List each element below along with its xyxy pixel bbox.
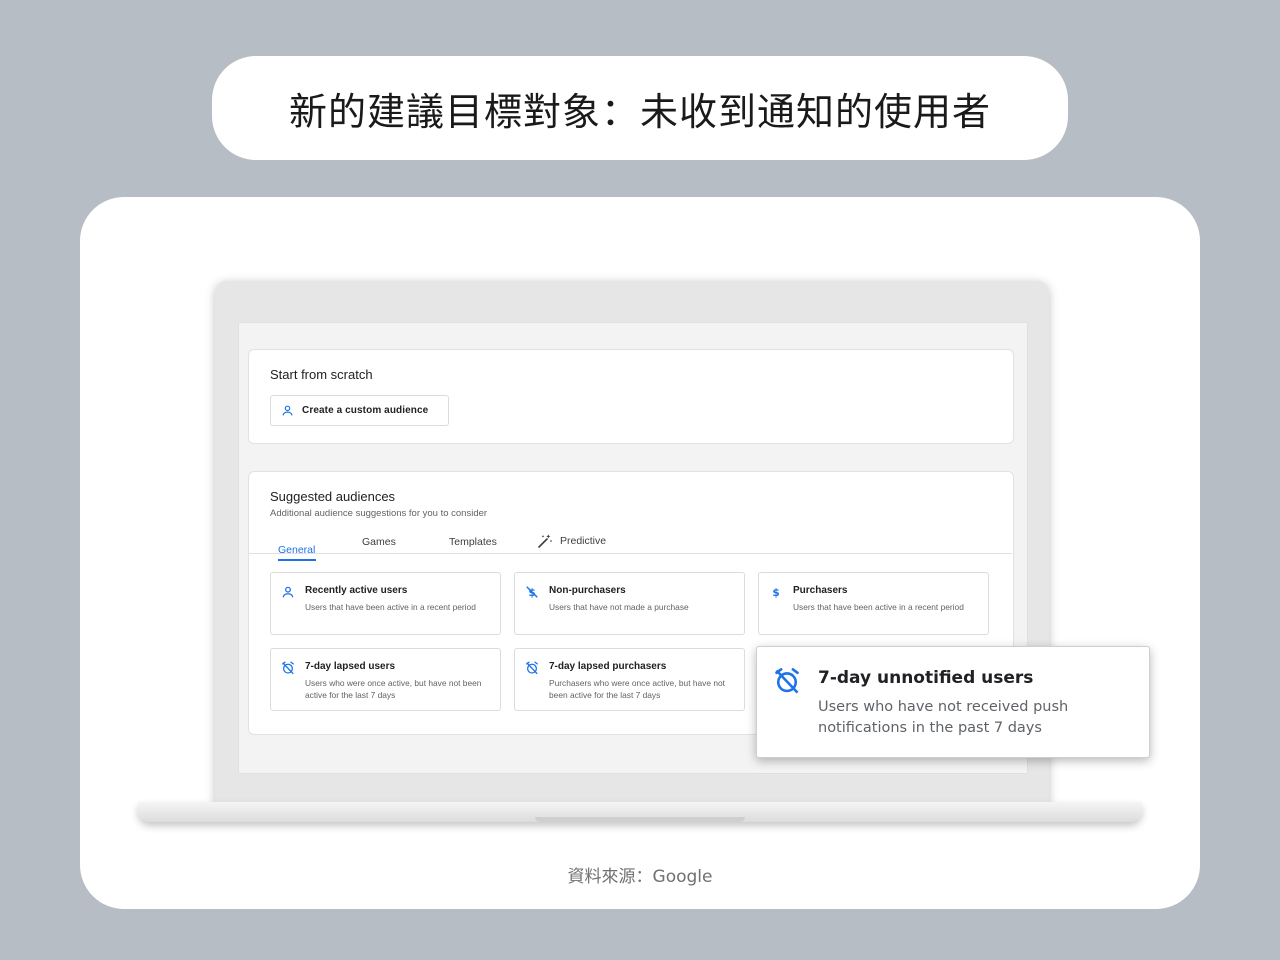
audience-title: Purchasers (793, 585, 848, 596)
create-custom-audience-button[interactable]: Create a custom audience (270, 395, 449, 426)
audience-description: Purchasers who were once active, but hav… (549, 678, 725, 700)
magic-wand-icon (538, 534, 553, 548)
audience-card-non-purchasers[interactable]: $ Non-purchasers Users that have not mad… (514, 572, 745, 635)
title-banner: 新的建議目標對象：未收到通知的使用者 (212, 56, 1068, 160)
audience-description: Users that have been active in a recent … (793, 602, 964, 612)
suggested-subtitle: Additional audience suggestions for you … (270, 508, 488, 519)
tab-divider (249, 553, 1012, 554)
alarm-off-icon (526, 661, 538, 675)
tab-general[interactable]: General (278, 544, 315, 556)
create-custom-audience-label: Create a custom audience (302, 405, 429, 416)
suggested-title: Suggested audiences (270, 489, 396, 504)
person-icon (282, 405, 293, 416)
alarm-off-icon (282, 661, 294, 675)
audience-title: Recently active users (305, 585, 408, 596)
highlight-title: 7-day unnotified users (818, 668, 1034, 688)
tab-predictive[interactable]: Predictive (537, 533, 606, 549)
audience-title: 7-day lapsed users (305, 661, 396, 672)
tab-games[interactable]: Games (362, 536, 396, 548)
audience-description: Users who were once active, but have not… (305, 678, 482, 700)
tab-games-label: Games (362, 536, 396, 548)
source-credit: 資料來源：Google (567, 867, 713, 887)
tab-predictive-label: Predictive (560, 535, 607, 547)
tab-templates[interactable]: Templates (449, 536, 497, 548)
page-title: 新的建議目標對象：未收到通知的使用者 (288, 89, 991, 134)
audience-title: Non-purchasers (549, 585, 626, 596)
audience-card-purchasers[interactable]: $ Purchasers Users that have been active… (758, 572, 989, 635)
dollar-icon: $ (772, 587, 779, 599)
audience-title: 7-day lapsed purchasers (549, 661, 667, 672)
tab-templates-label: Templates (449, 536, 497, 548)
scratch-title: Start from scratch (270, 367, 373, 382)
audience-card-7-day-lapsed-users[interactable]: 7-day lapsed users Users who were once a… (270, 648, 501, 711)
svg-text:$: $ (772, 587, 779, 599)
person-icon (282, 586, 294, 598)
audience-card-recently-active[interactable]: Recently active users Users that have be… (270, 572, 501, 635)
no-dollar-icon: $ (526, 586, 538, 599)
tab-active-indicator (278, 559, 316, 561)
audience-description: Users that have been active in a recent … (305, 602, 476, 612)
tab-general-label: General (278, 544, 316, 556)
audience-description: Users that have not made a purchase (549, 602, 689, 612)
alarm-off-icon (775, 668, 799, 694)
highlight-description: Users who have not received push notific… (818, 699, 1069, 736)
laptop-notch (535, 817, 745, 822)
audience-card-7-day-lapsed-purchasers[interactable]: 7-day lapsed purchasers Purchasers who w… (514, 648, 745, 711)
audience-card-7-day-unnotified-users[interactable]: 7-day unnotified users Users who have no… (756, 646, 1150, 758)
